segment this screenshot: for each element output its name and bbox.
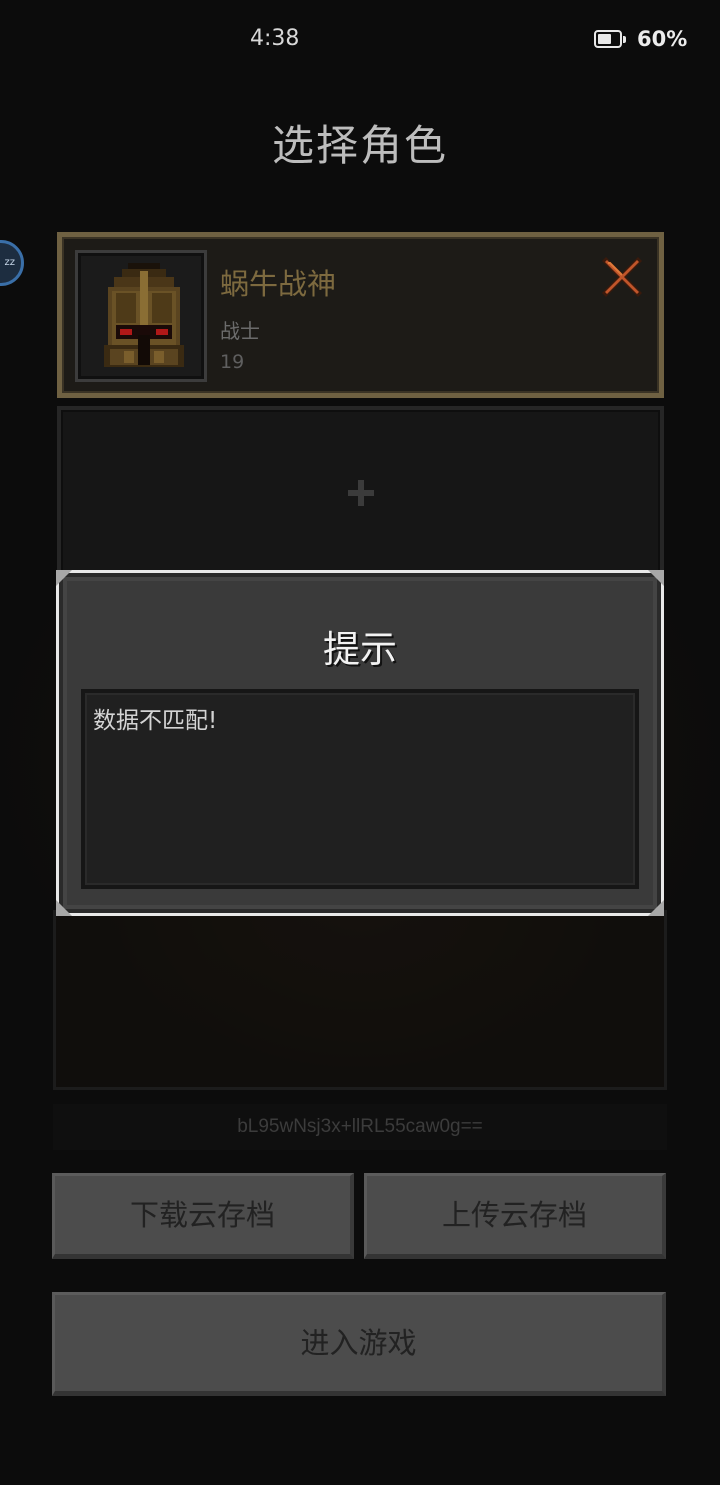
status-time: 4:38 xyxy=(250,26,300,51)
dialog-corner xyxy=(56,900,72,916)
add-slot-plus-icon xyxy=(346,478,376,508)
floating-assistant-bubble[interactable]: zz xyxy=(0,240,24,286)
battery-icon xyxy=(594,30,626,48)
dialog-corner xyxy=(648,570,664,586)
download-cloud-save-button[interactable]: 下载云存档 xyxy=(52,1173,354,1259)
save-code-text: bL95wNsj3x+llRL55caw0g== xyxy=(53,1104,667,1150)
screen: 4:38 60% 选择角色 zz 蜗牛战神 战士 19 bL95wNsj3x+l… xyxy=(0,0,720,1485)
dialog-title: 提示 xyxy=(323,628,397,671)
background-panel xyxy=(53,910,667,1090)
empty-character-slot[interactable] xyxy=(57,406,664,576)
character-class: 战士 xyxy=(220,319,260,343)
dialog-message-box: 数据不匹配! xyxy=(81,689,639,889)
battery-percent: 60% xyxy=(637,27,688,51)
character-slot-1[interactable]: 蜗牛战神 战士 19 xyxy=(57,232,664,398)
character-level: 19 xyxy=(220,351,245,373)
upload-cloud-save-button[interactable]: 上传云存档 xyxy=(364,1173,666,1259)
character-name: 蜗牛战神 xyxy=(220,267,337,301)
enter-game-button[interactable]: 进入游戏 xyxy=(52,1292,666,1396)
dialog-corner xyxy=(648,900,664,916)
alert-dialog[interactable]: 提示 数据不匹配! xyxy=(56,570,664,916)
dialog-message: 数据不匹配! xyxy=(93,708,218,734)
character-portrait xyxy=(75,250,207,382)
page-title: 选择角色 xyxy=(271,121,448,170)
delete-x-icon[interactable] xyxy=(596,251,648,303)
dialog-corner xyxy=(56,570,72,586)
warrior-helmet-icon xyxy=(104,263,184,367)
